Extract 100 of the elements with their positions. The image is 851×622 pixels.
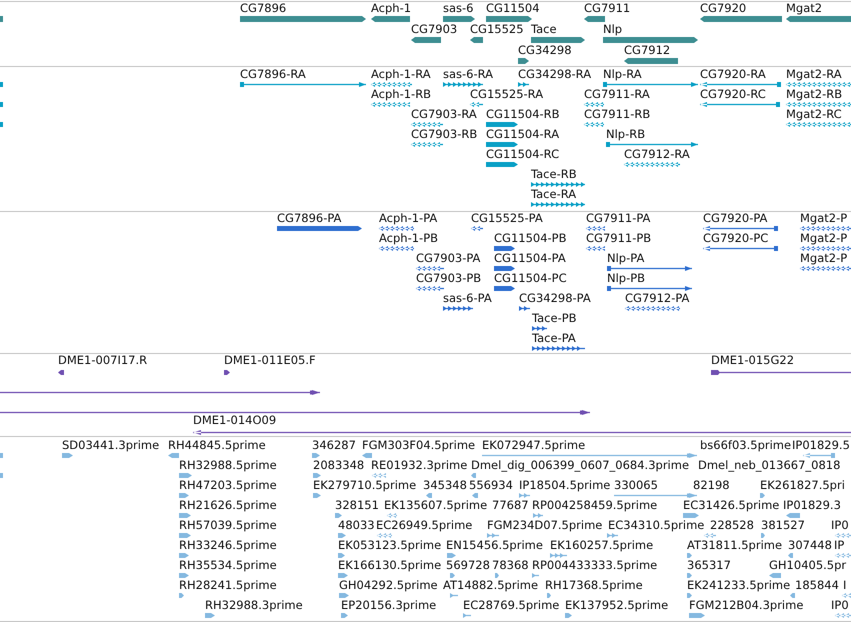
transcript-glyph [0,82,3,87]
est-label: 346287 [312,439,356,452]
est-label: 185844 [795,579,839,592]
gene-label: Nlp [603,23,622,36]
est-label: AT14882.5prime [443,579,538,592]
est-label: RH33246.5prime [179,539,277,552]
protein-label: CG7896-PA [277,212,342,225]
est-label: EC34310.5prime [608,519,704,532]
transcript-label: CG7911-RA [584,88,650,101]
est-label: 569728 [446,559,490,572]
est-label: EK166130.5prime [338,559,442,572]
protein-label: CG7912-PA [625,292,690,305]
est-label: EK135607.5prime [384,499,488,512]
transcript-label: Mgat2-RA [786,68,842,81]
gene-label: CG34298 [518,44,572,57]
est-label: RP004433333.5prime [532,559,658,572]
est-label: EP20156.3prime [341,599,436,612]
est-label: 228528 [710,519,754,532]
transcript-label: Mgat2-RC [786,108,842,121]
est-glyph [0,473,3,478]
protein-label: CG11504-PA [494,252,566,265]
est-label: RH17368.5prime [545,579,643,592]
est-label: FGM212B04.3prime [689,599,804,612]
transcript-label: CG7920-RC [700,88,766,101]
transcript-label: CG7903-RA [411,108,477,121]
protein-label: CG7911-PB [586,232,652,245]
est-label: RH28241.5prime [179,579,277,592]
protein-label: CG7911-PA [586,212,650,225]
protein-label: Mgat2-P [800,232,848,245]
protein-label: Mgat2-P [800,252,848,265]
clone-label: DME1-014O09 [193,414,276,427]
est-label: IP [834,539,844,552]
gene-label: CG7896 [240,2,286,15]
protein-label: Nlp-PA [607,252,644,265]
est-label: FGM303F04.5prime [362,439,476,452]
est-label: IP0 [831,519,849,532]
est-label: AT31811.5prime [687,539,782,552]
transcript-label: sas-6-RA [443,68,494,81]
est-label: 82198 [693,479,730,492]
clone-label: DME1-011E05.F [224,354,316,367]
gene-label: CG7911 [584,2,630,15]
transcript-label: Nlp-RA [603,68,642,81]
protein-label: CG11504-PB [494,232,566,245]
gene-label: CG15525 [470,23,524,36]
protein-label: Tace-PA [532,332,576,345]
protein-label: Acph-1-PB [379,232,438,245]
est-label: GH04292.5prime [339,579,438,592]
est-label: 330065 [614,479,658,492]
gene-label: Mgat2 [786,2,822,15]
transcript-label: CG7911-RB [584,108,650,121]
transcript-label: CG7896-RA [240,68,306,81]
est-label: bs66f03.5prime [700,439,792,452]
transcript-label: Nlp-RB [606,128,646,141]
transcript-label: Acph-1-RB [371,88,432,101]
est-label: EC28769.5prime [463,599,560,612]
transcript-label: CG34298-RA [518,68,592,81]
est-label: Dmel_dig_006399_0607_0684.3prime [471,459,690,472]
protein-label: CG7920-PA [703,212,768,225]
est-label: 307448 [788,539,832,552]
protein-label: Nlp-PB [607,272,646,285]
transcript-label: CG7920-RA [700,68,766,81]
est-label: 365317 [687,559,731,572]
est-label: IP01829.5 [792,439,850,452]
protein-label: CG11504-PC [494,272,567,285]
transcript-label: Tace-RA [531,188,576,201]
clone-label: DME1-007I17.R [58,354,148,367]
est-label: RH32988.3prime [205,599,303,612]
est-label: 77687 [492,499,529,512]
est-label: 381527 [761,519,805,532]
est-label: Dmel_neb_013667_0818 [698,459,840,472]
transcript-label: Tace-RB [531,168,577,181]
transcript-label: CG11504-RA [486,128,560,141]
est-glyph [0,453,3,458]
est-label: RH35534.5prime [179,559,277,572]
protein-label: CG7920-PC [703,232,768,245]
gene-label: Tace [531,23,557,36]
protein-label: sas-6-PA [443,292,492,305]
est-label: EC26949.5prime [376,519,472,532]
gene-label: CG7903 [411,23,458,36]
est-label: EK279710.5prime [313,479,416,492]
transcript-label: CG15525-RA [470,88,544,101]
est-label: RH57039.5prime [179,519,277,532]
est-label: RH32988.5prime [179,459,277,472]
protein-label: Acph-1-PA [379,212,438,225]
est-label: 2083348 [313,459,364,472]
transcript-glyph [0,122,3,127]
gene-label: sas-6 [443,2,474,15]
est-label: EK261827.5pri [760,479,845,492]
protein-label: CG15525-PA [471,212,543,225]
est-label: EK053123.5prime [338,539,442,552]
gene-label: Acph-1 [371,2,412,15]
est-label: IP01829.3 [783,499,841,512]
est-label: EC31426.5prime [683,499,780,512]
est-label: RH44845.5prime [168,439,266,452]
est-label: 328151 [335,499,379,512]
protein-label: CG7903-PA [416,252,480,265]
est-label: 345348 [423,479,467,492]
transcript-glyph [0,102,3,107]
est-label: RE01932.3prime [371,459,468,472]
gene-label: CG11504 [486,2,540,15]
